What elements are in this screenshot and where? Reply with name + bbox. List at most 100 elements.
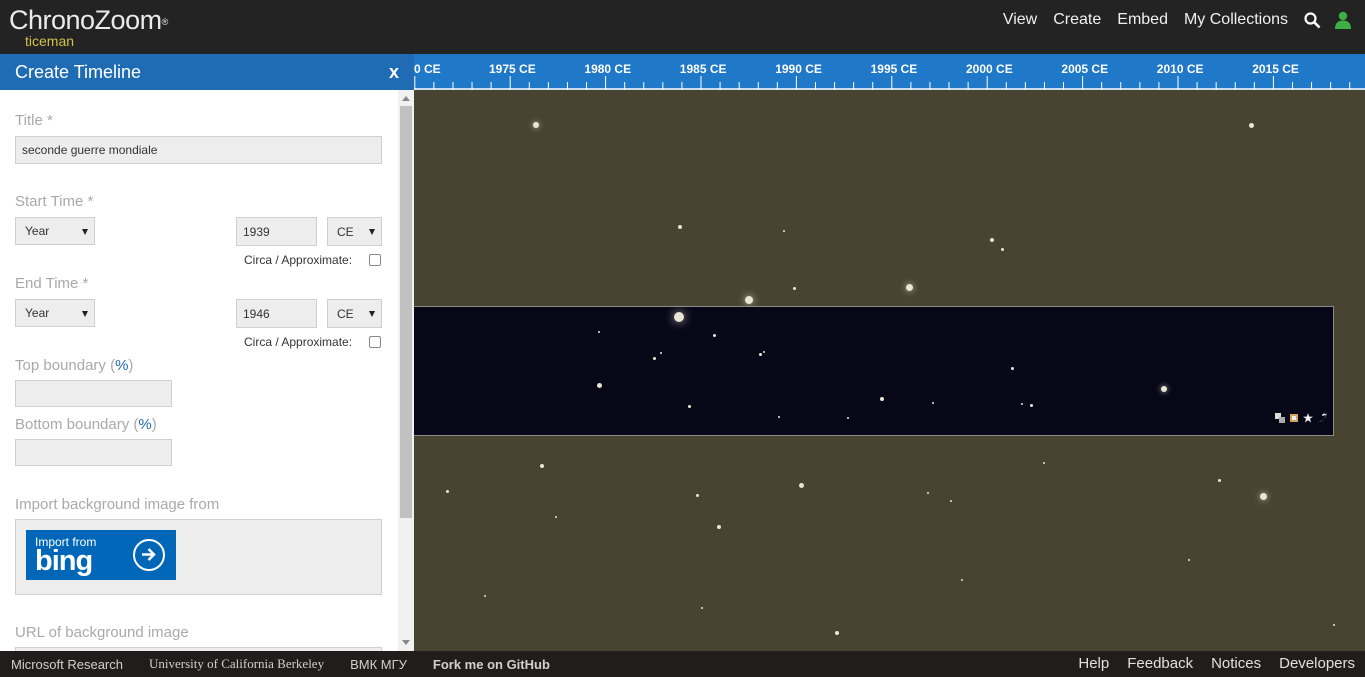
nav-create[interactable]: Create bbox=[1053, 11, 1101, 29]
chevron-down-icon bbox=[369, 229, 375, 235]
ruler-label: 2000 CE bbox=[966, 62, 1013, 76]
start-circa-checkbox[interactable] bbox=[369, 254, 381, 266]
top-boundary-input[interactable] bbox=[15, 380, 172, 407]
star bbox=[1248, 122, 1254, 128]
nav-my-collections[interactable]: My Collections bbox=[1184, 11, 1288, 29]
star bbox=[659, 351, 663, 355]
star bbox=[990, 238, 994, 242]
scrollbar-thumb[interactable] bbox=[400, 106, 412, 518]
top-boundary-percent-link[interactable]: % bbox=[115, 357, 128, 374]
panel-form: Title * seconde guerre mondiale Start Ti… bbox=[0, 90, 398, 651]
start-mode-select[interactable]: Year bbox=[15, 217, 95, 245]
ruler-label: 0 CE bbox=[414, 62, 441, 76]
logo-mark: ® bbox=[161, 17, 169, 27]
edit-icon[interactable] bbox=[1289, 413, 1299, 423]
top-bar: ChronoZoom® ticeman View Create Embed My… bbox=[0, 0, 1365, 54]
end-year-input[interactable]: 1946 bbox=[236, 299, 317, 328]
feedback-link[interactable]: Feedback bbox=[1127, 655, 1193, 672]
star bbox=[1043, 462, 1045, 464]
bottom-boundary-percent-link[interactable]: % bbox=[138, 416, 151, 433]
star bbox=[835, 631, 839, 635]
ruler-label: 1990 CE bbox=[775, 62, 822, 76]
nav-view[interactable]: View bbox=[1003, 11, 1037, 29]
scroll-down-icon[interactable] bbox=[402, 640, 410, 645]
star bbox=[652, 356, 656, 360]
star bbox=[1000, 247, 1004, 251]
chevron-down-icon bbox=[369, 311, 375, 317]
star bbox=[745, 296, 753, 304]
top-boundary-paren: ) bbox=[128, 357, 134, 374]
star-icon[interactable] bbox=[1303, 413, 1313, 423]
end-circa-checkbox[interactable] bbox=[369, 336, 381, 348]
start-year-input[interactable]: 1939 bbox=[236, 217, 317, 246]
star bbox=[1029, 403, 1033, 407]
star bbox=[687, 404, 691, 408]
ruler-label: 2015 CE bbox=[1252, 62, 1299, 76]
scroll-up-icon[interactable] bbox=[402, 96, 410, 101]
star bbox=[792, 286, 796, 290]
star bbox=[1010, 366, 1014, 370]
copy-icon[interactable] bbox=[1275, 413, 1285, 423]
star bbox=[1217, 478, 1221, 482]
start-era-select[interactable]: CE bbox=[327, 217, 382, 246]
top-boundary-label: Top boundary (%) bbox=[15, 357, 133, 374]
star bbox=[700, 606, 704, 610]
create-timeline-panel: Create Timeline x Title * seconde guerre… bbox=[0, 54, 414, 651]
start-time-label: Start Time * bbox=[15, 193, 94, 210]
star bbox=[758, 352, 762, 356]
timeline-canvas[interactable] bbox=[414, 90, 1365, 651]
developers-link[interactable]: Developers bbox=[1279, 655, 1355, 672]
chevron-down-icon bbox=[82, 311, 88, 317]
notices-link[interactable]: Notices bbox=[1211, 655, 1261, 672]
band-actions bbox=[1275, 413, 1327, 423]
timeline-ruler[interactable]: 0 CE 1975 CE 1980 CE 1985 CE 1990 CE 1995 CE 2… bbox=[414, 54, 1365, 90]
title-input[interactable]: seconde guerre mondiale bbox=[15, 136, 382, 164]
ruler-label: 1985 CE bbox=[679, 62, 727, 76]
end-mode-select[interactable]: Year bbox=[15, 299, 95, 327]
top-boundary-text: Top boundary ( bbox=[15, 357, 116, 374]
user-icon[interactable] bbox=[1335, 11, 1351, 29]
nav-embed[interactable]: Embed bbox=[1117, 11, 1168, 29]
import-source-box: Import from bing bbox=[15, 519, 382, 595]
star bbox=[445, 489, 449, 493]
panel-scrollbar[interactable] bbox=[398, 90, 414, 651]
chevron-down-icon bbox=[82, 229, 88, 235]
start-circa-label: Circa / Approximate: bbox=[244, 253, 353, 267]
github-fork-link[interactable]: Fork me on GitHub bbox=[433, 657, 550, 672]
arrow-right-icon bbox=[133, 539, 165, 571]
star bbox=[596, 382, 602, 388]
star bbox=[717, 525, 721, 529]
star bbox=[678, 225, 682, 229]
star bbox=[712, 333, 716, 337]
close-button[interactable]: x bbox=[389, 54, 399, 91]
star bbox=[695, 493, 699, 497]
import-from-bing-button[interactable]: Import from bing bbox=[26, 530, 176, 580]
berkeley-link[interactable]: University of California Berkeley bbox=[149, 656, 324, 672]
star bbox=[1020, 402, 1024, 406]
star bbox=[1259, 492, 1267, 500]
start-mode-value: Year bbox=[25, 224, 50, 238]
partner-logos: Microsoft Research University of Califor… bbox=[11, 656, 576, 672]
end-time-label: End Time * bbox=[15, 275, 89, 292]
star bbox=[931, 401, 935, 405]
footer-links: Help Feedback Notices Developers bbox=[1060, 655, 1355, 672]
help-link[interactable]: Help bbox=[1078, 655, 1109, 672]
username[interactable]: ticeman bbox=[25, 33, 74, 49]
star bbox=[674, 312, 684, 322]
timeline-band[interactable] bbox=[414, 306, 1334, 436]
ruler-label: 2010 CE bbox=[1156, 62, 1204, 76]
main-nav: View Create Embed My Collections bbox=[1003, 0, 1365, 40]
bottom-boundary-input[interactable] bbox=[15, 439, 172, 466]
end-mode-value: Year bbox=[25, 306, 50, 320]
start-era-value: CE bbox=[337, 224, 354, 239]
star bbox=[483, 594, 487, 598]
star bbox=[783, 230, 785, 232]
end-era-select[interactable]: CE bbox=[327, 299, 382, 328]
end-circa-label: Circa / Approximate: bbox=[244, 335, 353, 349]
search-icon[interactable] bbox=[1304, 11, 1321, 29]
vmk-msu-link[interactable]: ВМК МГУ bbox=[350, 657, 407, 672]
star bbox=[880, 397, 884, 401]
microsoft-research-link[interactable]: Microsoft Research bbox=[11, 657, 123, 672]
chronozoom-logo[interactable]: ChronoZoom® bbox=[9, 5, 168, 35]
twitter-icon[interactable] bbox=[1317, 413, 1327, 423]
